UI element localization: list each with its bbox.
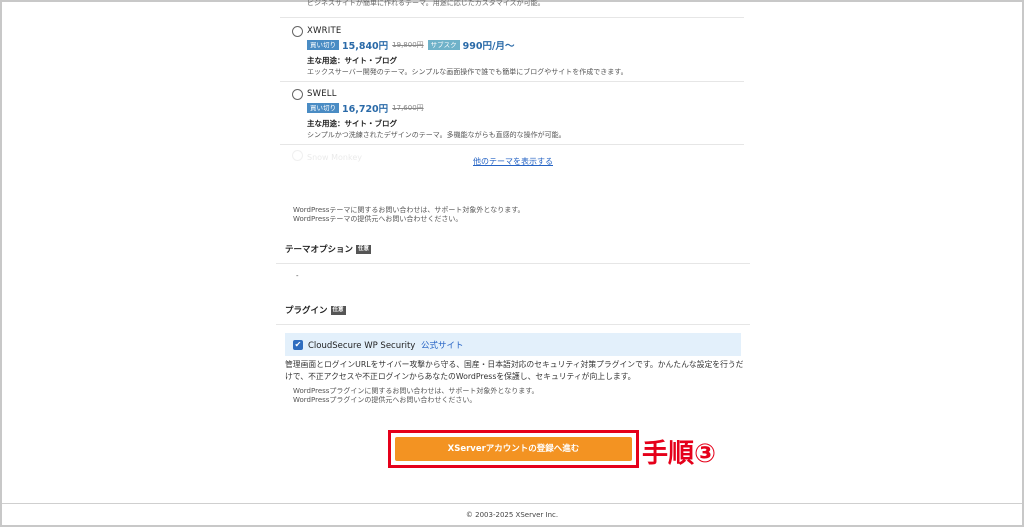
note-line: WordPressプラグインに関するお問い合わせは、サポート対象外となります。	[293, 387, 539, 395]
buy-badge: 買い切り	[307, 102, 339, 113]
proceed-to-registration-button[interactable]: XServerアカウントの登録へ進む	[395, 437, 632, 461]
price-row: 買い切り 16,720円 17,600円	[307, 102, 428, 115]
theme-use: 主な用途：サイト・ブログ	[307, 119, 397, 128]
faded-theme-option: Snow Monkey	[292, 150, 452, 176]
theme-old-price: 19,800円	[392, 40, 424, 49]
divider	[280, 81, 744, 82]
theme-option-xwrite[interactable]: XWRITE 買い切り 15,840円 19,800円 サブスク 990円/月〜…	[292, 26, 732, 76]
theme-option-heading: テーマオプション 任意	[285, 243, 372, 255]
note-line: WordPressプラグインの提供元へお問い合わせください。	[293, 396, 477, 404]
plugin-support-note: WordPressプラグインに関するお問い合わせは、サポート対象外となります。 …	[293, 387, 539, 405]
price-row: 買い切り 15,840円 19,800円 サブスク 990円/月〜	[307, 39, 515, 52]
theme-option-value: -	[296, 272, 299, 280]
step-annotation: 手順③	[642, 439, 717, 469]
subscription-price: 990円/月〜	[462, 40, 515, 52]
plugin-option[interactable]: ✔ CloudSecure WP Security 公式サイト	[285, 333, 741, 356]
note-line: WordPressテーマに関するお問い合わせは、サポート対象外となります。	[293, 206, 525, 214]
theme-description: エックスサーバー開発のテーマ。シンプルな画面操作で誰でも簡単にブログやサイトを作…	[307, 68, 628, 76]
plugin-name: CloudSecure WP Security	[308, 341, 416, 351]
optional-tag: 任意	[330, 305, 346, 315]
plugin-description: 管理画面とログインURLをサイバー攻撃から守る、国産・日本語対応のセキュリティ対…	[285, 360, 744, 381]
subscription-badge: サブスク	[427, 39, 460, 50]
optional-tag: 任意	[356, 244, 372, 254]
theme-price: 15,840円	[342, 40, 389, 52]
theme-use: 主な用途：サイト・ブログ	[307, 56, 397, 65]
plugin-name-row: CloudSecure WP Security 公式サイト	[308, 339, 464, 351]
divider	[280, 17, 744, 18]
divider	[276, 263, 750, 264]
previous-theme-description: ビジネスサイトが簡単に作れるテーマ。用途に応じたカスタマイズが可能。	[307, 0, 545, 7]
buy-badge: 買い切り	[307, 39, 339, 50]
show-more-themes-link[interactable]: 他のテーマを表示する	[473, 156, 553, 167]
theme-name: XWRITE	[307, 26, 342, 36]
faded-theme-name: Snow Monkey	[307, 153, 362, 162]
footer-copyright: © 2003-2025 XServer Inc.	[465, 511, 559, 519]
theme-radio-xwrite[interactable]	[292, 26, 303, 37]
theme-radio-faded	[292, 150, 303, 161]
theme-description: シンプルかつ洗練されたデザインのテーマ。多機能ながらも直感的な操作が可能。	[307, 131, 566, 139]
theme-radio-swell[interactable]	[292, 89, 303, 100]
theme-name: SWELL	[307, 89, 337, 99]
note-line: WordPressテーマの提供元へお問い合わせください。	[293, 215, 463, 223]
theme-old-price: 17,600円	[392, 103, 424, 112]
footer-divider	[2, 503, 1022, 504]
section-title: テーマオプション	[285, 245, 354, 255]
theme-price: 16,720円	[342, 103, 389, 115]
official-site-link[interactable]: 公式サイト	[421, 341, 464, 351]
divider	[276, 324, 750, 325]
theme-support-note: WordPressテーマに関するお問い合わせは、サポート対象外となります。 Wo…	[293, 206, 525, 224]
plugin-checkbox[interactable]: ✔	[293, 340, 303, 350]
plugin-heading: プラグイン 任意	[285, 304, 346, 316]
theme-option-swell[interactable]: SWELL 買い切り 16,720円 17,600円 主な用途：サイト・ブログ …	[292, 89, 732, 139]
divider	[280, 144, 744, 145]
section-title: プラグイン	[285, 306, 328, 316]
